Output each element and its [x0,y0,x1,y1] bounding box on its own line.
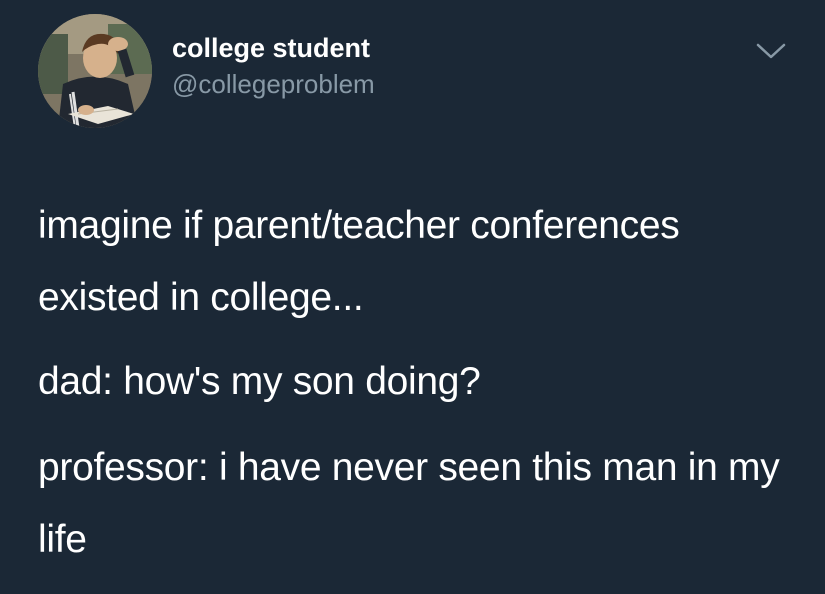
chevron-down-icon[interactable] [754,40,788,62]
student-photo-icon [38,14,152,128]
tweet-paragraph: professor: i have never seen this man in… [38,446,780,561]
tweet-paragraph: dad: how's my son doing? [38,360,481,403]
tweet-header: college student @collegeproblem [38,14,375,128]
author-handle[interactable]: @collegeproblem [172,67,375,101]
author-display-name[interactable]: college student [172,31,375,65]
tweet-text: imagine if parent/teacher conferences ex… [38,190,798,594]
tweet-paragraph: imagine if parent/teacher conferences ex… [38,204,680,319]
author-names: college student @collegeproblem [172,31,375,101]
author-avatar[interactable] [38,14,152,128]
tweet-card: college student @collegeproblem imagine … [0,0,825,585]
